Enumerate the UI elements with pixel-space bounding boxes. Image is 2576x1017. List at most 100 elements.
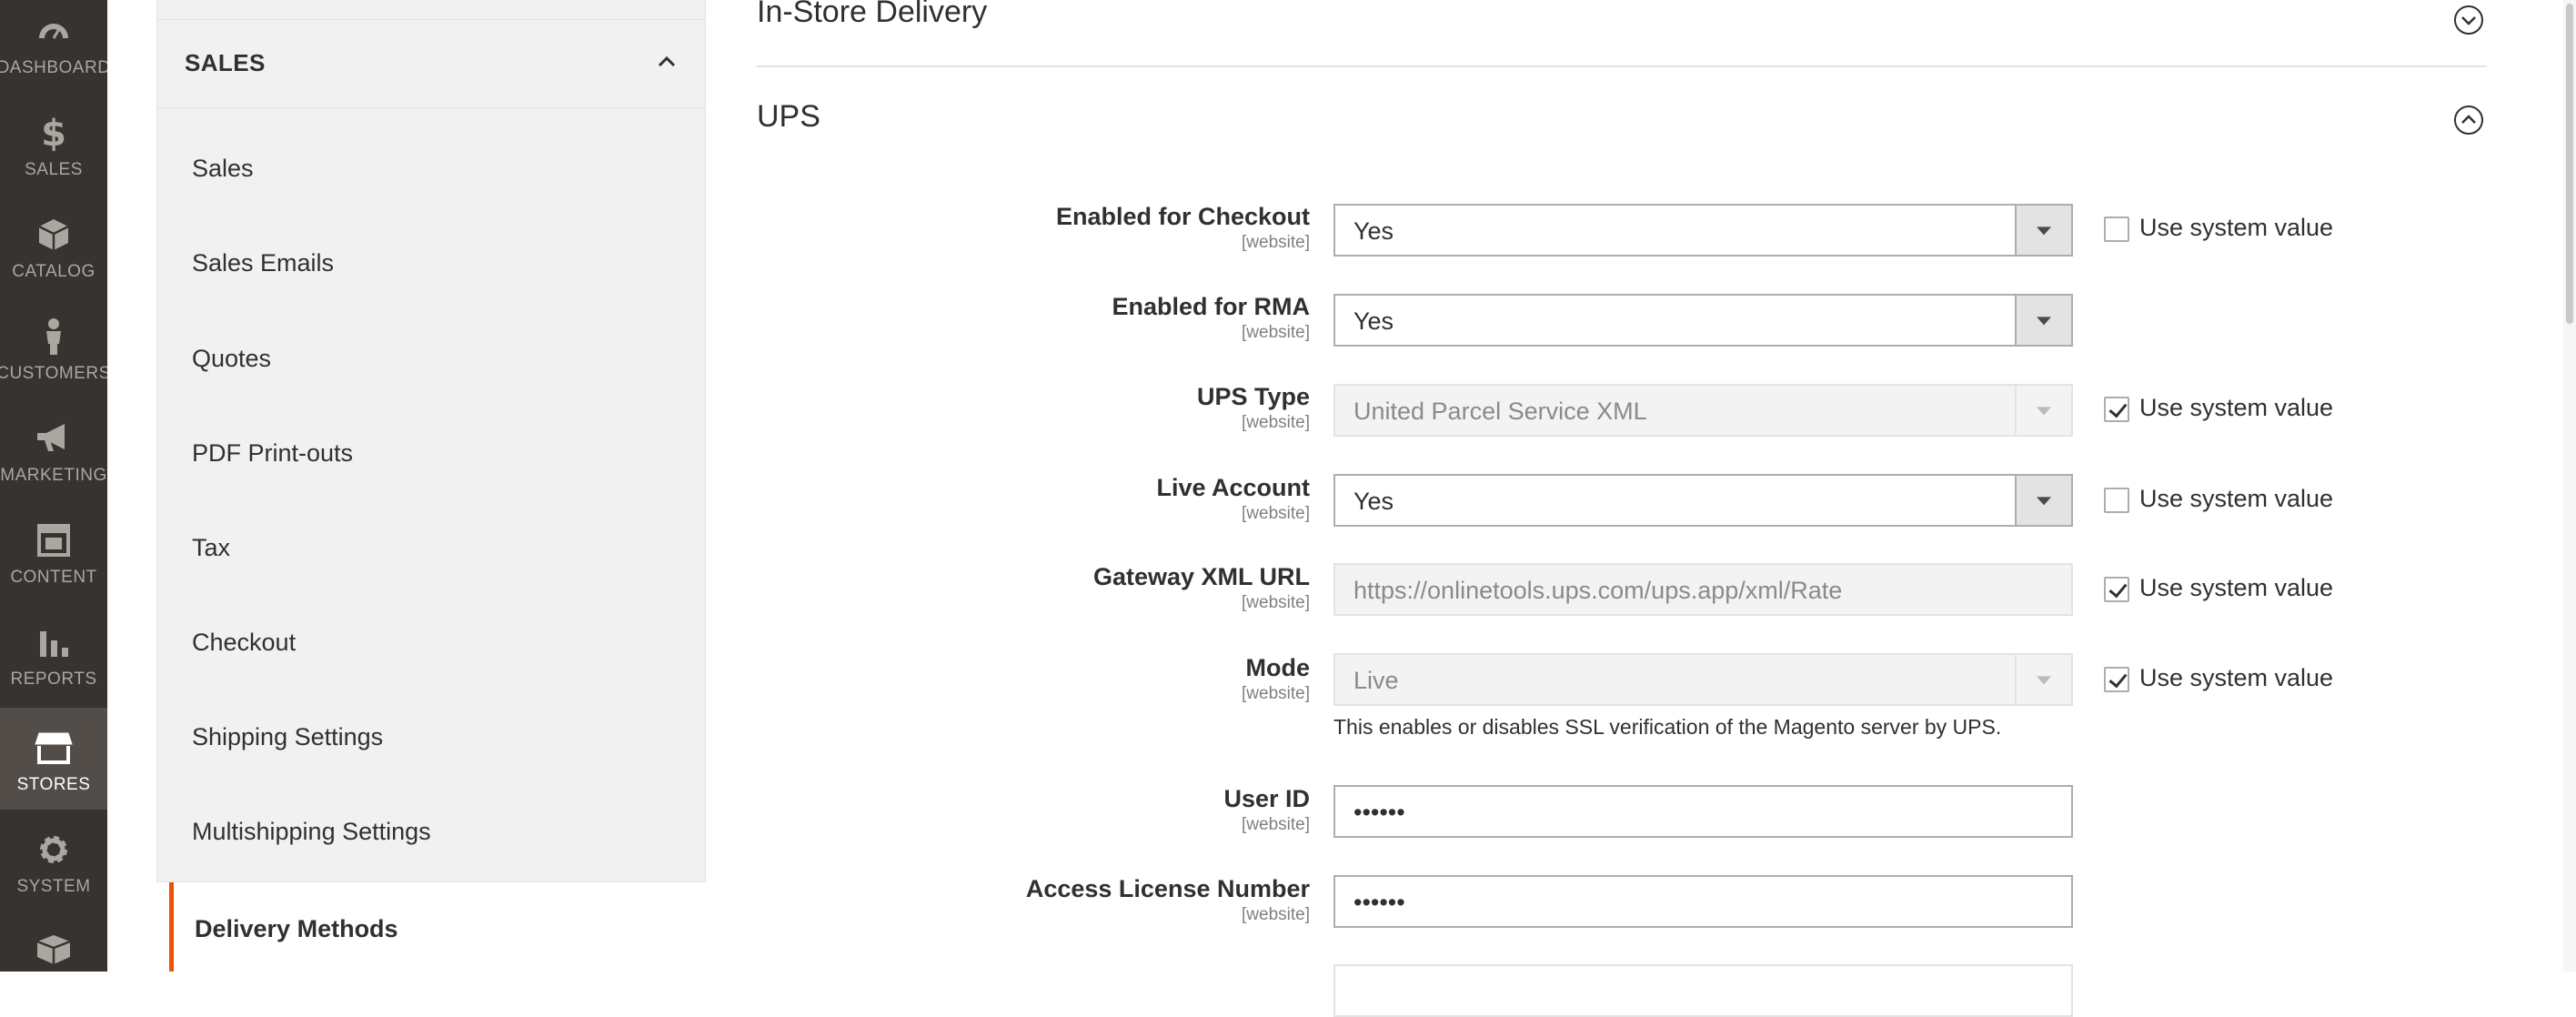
enabled-checkout-select[interactable]: Yes [1333, 204, 2073, 257]
dropdown-arrow-icon[interactable] [2015, 296, 2071, 345]
tab-shipping-settings[interactable]: Shipping Settings [192, 723, 383, 751]
nav-catalog[interactable]: CATALOG [0, 195, 107, 297]
dropdown-arrow-icon [2015, 386, 2071, 435]
nav-label: CUSTOMERS [0, 364, 107, 383]
checkbox[interactable] [2104, 577, 2129, 602]
chevron-up-icon [658, 55, 676, 67]
scope-label: [website] [1242, 815, 1310, 834]
nav-content[interactable]: CONTENT [0, 500, 107, 602]
use-system-value-label: Use system value [2139, 664, 2334, 691]
select-value: Yes [1353, 488, 1394, 515]
config-section-tabs: SALES Sales Sales Emails Quotes PDF Prin… [156, 0, 706, 972]
tab-tax[interactable]: Tax [192, 534, 230, 562]
access-license-label: Access License Number [website] [800, 875, 1310, 925]
user-id-label: User ID [website] [800, 785, 1310, 835]
sales-group-title: SALES [185, 49, 266, 76]
tab-sales-emails[interactable]: Sales Emails [192, 249, 334, 277]
select-value: Yes [1353, 217, 1394, 245]
mode-field-note: This enables or disables SSL verificatio… [1333, 715, 2002, 739]
input-value: https://onlinetools.ups.com/ups.app/xml/… [1353, 577, 1843, 604]
scope-label: [website] [1242, 905, 1310, 924]
dropdown-arrow-icon[interactable] [2015, 476, 2071, 525]
tab-delivery-methods[interactable]: Delivery Methods [169, 882, 706, 972]
nav-reports[interactable]: REPORTS [0, 602, 107, 704]
scope-label: [website] [1242, 504, 1310, 523]
nav-label: SALES [25, 160, 83, 179]
dollar-icon: $ [34, 113, 74, 153]
nav-marketing[interactable]: MARKETING [0, 398, 107, 500]
enabled-rma-select[interactable]: Yes [1333, 294, 2073, 347]
person-icon [34, 317, 74, 357]
use-system-value-label: Use system value [2139, 394, 2334, 421]
nav-system[interactable]: SYSTEM [0, 810, 107, 911]
scope-label: [website] [1242, 323, 1310, 342]
use-system-value-label: Use system value [2139, 574, 2334, 601]
scope-label: [website] [1242, 684, 1310, 703]
tab-quotes[interactable]: Quotes [192, 345, 271, 373]
scope-label: [website] [1242, 233, 1310, 252]
megaphone-icon [34, 418, 74, 458]
cube-icon [34, 215, 74, 255]
ups-type-select[interactable]: United Parcel Service XML [1333, 384, 2073, 437]
nav-label: STORES [16, 775, 91, 794]
enabled-rma-label: Enabled for RMA [website] [800, 293, 1310, 343]
page-scrollbar[interactable] [2563, 0, 2576, 972]
checkbox[interactable] [2104, 216, 2129, 242]
checkbox[interactable] [2104, 667, 2129, 692]
in-store-delivery-title[interactable]: In-Store Delivery [757, 0, 987, 30]
section-divider [757, 65, 2487, 67]
field-label: Access License Number [1025, 875, 1310, 902]
access-license-input[interactable]: •••••• [1333, 875, 2073, 928]
field-label: User ID [1223, 785, 1310, 812]
expand-circle-icon[interactable] [2453, 5, 2484, 35]
field-label: Live Account [1156, 474, 1310, 501]
ups-type-label: UPS Type [website] [800, 383, 1310, 433]
user-id-input[interactable]: •••••• [1333, 785, 2073, 838]
scrollbar-thumb[interactable] [2566, 4, 2573, 324]
nav-label: CATALOG [12, 262, 96, 281]
nav-stores[interactable]: STORES [0, 708, 107, 810]
next-field-select[interactable] [1333, 964, 2073, 1017]
checkbox[interactable] [2104, 397, 2129, 422]
select-value: Live [1353, 667, 1399, 694]
field-label: Enabled for RMA [1112, 293, 1310, 320]
admin-menu: DASHBOARD $ SALES CATALOG CUSTOMERS MARK… [0, 0, 107, 972]
ups-section-title[interactable]: UPS [757, 99, 820, 135]
select-value: Yes [1353, 307, 1394, 335]
tab-pdf-printouts[interactable]: PDF Print-outs [192, 439, 353, 468]
nav-dashboard[interactable]: DASHBOARD [0, 0, 107, 93]
mode-select[interactable]: Live [1333, 653, 2073, 706]
checkbox[interactable] [2104, 488, 2129, 513]
nav-customers[interactable]: CUSTOMERS [0, 297, 107, 398]
input-value: •••••• [1353, 799, 1405, 826]
enabled-checkout-label: Enabled for Checkout [website] [800, 203, 1310, 253]
select-value: United Parcel Service XML [1353, 398, 1647, 425]
live-account-select[interactable]: Yes [1333, 474, 2073, 527]
nav-label: DASHBOARD [0, 58, 107, 77]
tab-sales[interactable]: Sales [192, 155, 254, 183]
storefront-icon [34, 728, 74, 768]
collapse-circle-icon[interactable] [2453, 105, 2484, 136]
gateway-url-input[interactable]: https://onlinetools.ups.com/ups.app/xml/… [1333, 563, 2073, 616]
live-account-label: Live Account [website] [800, 474, 1310, 524]
use-system-value-label: Use system value [2139, 485, 2334, 512]
gear-icon [34, 830, 74, 870]
use-system-value-label: Use system value [2139, 214, 2334, 241]
nav-label: REPORTS [10, 670, 97, 689]
sales-group-header[interactable]: SALES [157, 20, 705, 108]
nav-extensions[interactable] [0, 910, 107, 972]
dropdown-arrow-icon[interactable] [2015, 206, 2071, 255]
svg-text:$: $ [41, 113, 66, 153]
dropdown-arrow-icon [2015, 655, 2071, 704]
previous-tab-group-end [156, 0, 706, 20]
boxes-icon [34, 930, 74, 970]
config-main-content: In-Store Delivery UPS Enabled for Checko… [708, 0, 2563, 1017]
scope-label: [website] [1242, 593, 1310, 612]
gateway-url-label: Gateway XML URL [website] [800, 563, 1310, 613]
mode-label: Mode [website] [800, 654, 1310, 704]
tab-multishipping-settings[interactable]: Multishipping Settings [192, 818, 431, 846]
tab-checkout[interactable]: Checkout [192, 629, 296, 657]
nav-sales[interactable]: $ SALES [0, 93, 107, 195]
nav-label: MARKETING [0, 466, 107, 485]
dashboard-icon [34, 11, 74, 51]
